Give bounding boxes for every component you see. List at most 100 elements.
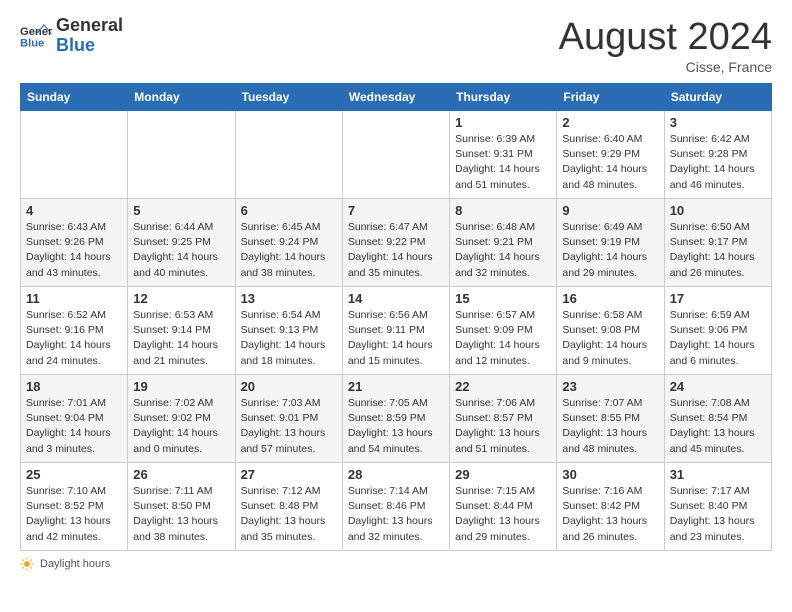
calendar-cell: 6 Sunrise: 6:45 AM Sunset: 9:24 PM Daylig… bbox=[235, 199, 342, 287]
calendar-header-saturday: Saturday bbox=[664, 84, 771, 111]
calendar-cell: 17 Sunrise: 6:59 AM Sunset: 9:06 PM Dayli… bbox=[664, 287, 771, 375]
day-number: 11 bbox=[26, 291, 122, 306]
day-number: 16 bbox=[562, 291, 658, 306]
daylight-label: Daylight hours bbox=[40, 558, 110, 570]
day-info: Sunrise: 6:59 AM Sunset: 9:06 PM Dayligh… bbox=[670, 308, 766, 369]
day-info: Sunrise: 6:42 AM Sunset: 9:28 PM Dayligh… bbox=[670, 132, 766, 193]
calendar-week-row: 25 Sunrise: 7:10 AM Sunset: 8:52 PM Dayli… bbox=[21, 463, 772, 551]
logo-general-text: General bbox=[56, 16, 123, 36]
logo: General Blue General Blue bbox=[20, 16, 123, 56]
day-number: 6 bbox=[241, 203, 337, 218]
day-info: Sunrise: 6:43 AM Sunset: 9:26 PM Dayligh… bbox=[26, 220, 122, 281]
day-number: 29 bbox=[455, 467, 551, 482]
calendar-cell: 16 Sunrise: 6:58 AM Sunset: 9:08 PM Dayli… bbox=[557, 287, 664, 375]
day-number: 15 bbox=[455, 291, 551, 306]
day-number: 10 bbox=[670, 203, 766, 218]
calendar-cell: 26 Sunrise: 7:11 AM Sunset: 8:50 PM Dayli… bbox=[128, 463, 235, 551]
calendar-cell: 12 Sunrise: 6:53 AM Sunset: 9:14 PM Dayli… bbox=[128, 287, 235, 375]
calendar-cell: 5 Sunrise: 6:44 AM Sunset: 9:25 PM Daylig… bbox=[128, 199, 235, 287]
title-block: August 2024 Cisse, France bbox=[559, 16, 772, 75]
day-info: Sunrise: 6:40 AM Sunset: 9:29 PM Dayligh… bbox=[562, 132, 658, 193]
day-number: 9 bbox=[562, 203, 658, 218]
calendar-cell: 29 Sunrise: 7:15 AM Sunset: 8:44 PM Dayli… bbox=[450, 463, 557, 551]
month-title: August 2024 bbox=[559, 16, 772, 59]
calendar-header-sunday: Sunday bbox=[21, 84, 128, 111]
calendar-cell: 21Sunrise: 7:05 AM Sunset: 8:59 PM Dayli… bbox=[342, 375, 449, 463]
day-number: 1 bbox=[455, 115, 551, 130]
day-number: 25 bbox=[26, 467, 122, 482]
day-number: 5 bbox=[133, 203, 229, 218]
day-info: Sunrise: 7:11 AM Sunset: 8:50 PM Dayligh… bbox=[133, 484, 229, 545]
calendar-cell bbox=[128, 111, 235, 199]
day-info: Sunrise: 7:14 AM Sunset: 8:46 PM Dayligh… bbox=[348, 484, 444, 545]
day-info: Sunrise: 6:54 AM Sunset: 9:13 PM Dayligh… bbox=[241, 308, 337, 369]
calendar-cell: 1 Sunrise: 6:39 AM Sunset: 9:31 PM Daylig… bbox=[450, 111, 557, 199]
day-number: 4 bbox=[26, 203, 122, 218]
day-number: 22 bbox=[455, 379, 551, 394]
day-number: 18 bbox=[26, 379, 122, 394]
calendar-cell: 3 Sunrise: 6:42 AM Sunset: 9:28 PM Daylig… bbox=[664, 111, 771, 199]
day-info: Sunrise: 7:05 AM Sunset: 8:59 PM Dayligh… bbox=[348, 396, 444, 457]
calendar-cell: 14 Sunrise: 6:56 AM Sunset: 9:11 PM Dayli… bbox=[342, 287, 449, 375]
calendar-week-row: 18Sunrise: 7:01 AM Sunset: 9:04 PM Dayli… bbox=[21, 375, 772, 463]
calendar-week-row: 1 Sunrise: 6:39 AM Sunset: 9:31 PM Daylig… bbox=[21, 111, 772, 199]
day-info: Sunrise: 6:50 AM Sunset: 9:17 PM Dayligh… bbox=[670, 220, 766, 281]
calendar-cell bbox=[21, 111, 128, 199]
day-info: Sunrise: 6:48 AM Sunset: 9:21 PM Dayligh… bbox=[455, 220, 551, 281]
calendar-cell: 2Sunrise: 6:40 AM Sunset: 9:29 PM Daylig… bbox=[557, 111, 664, 199]
day-number: 17 bbox=[670, 291, 766, 306]
calendar-header-monday: Monday bbox=[128, 84, 235, 111]
calendar-cell: 8Sunrise: 6:48 AM Sunset: 9:21 PM Daylig… bbox=[450, 199, 557, 287]
calendar-week-row: 4 Sunrise: 6:43 AM Sunset: 9:26 PM Daylig… bbox=[21, 199, 772, 287]
day-number: 13 bbox=[241, 291, 337, 306]
day-number: 24 bbox=[670, 379, 766, 394]
svg-text:Blue: Blue bbox=[20, 37, 44, 49]
logo-icon: General Blue bbox=[20, 22, 52, 50]
day-info: Sunrise: 6:58 AM Sunset: 9:08 PM Dayligh… bbox=[562, 308, 658, 369]
calendar-cell: 7Sunrise: 6:47 AM Sunset: 9:22 PM Daylig… bbox=[342, 199, 449, 287]
calendar-cell: 30 Sunrise: 7:16 AM Sunset: 8:42 PM Dayli… bbox=[557, 463, 664, 551]
day-info: Sunrise: 7:07 AM Sunset: 8:55 PM Dayligh… bbox=[562, 396, 658, 457]
calendar-cell: 10 Sunrise: 6:50 AM Sunset: 9:17 PM Dayli… bbox=[664, 199, 771, 287]
day-info: Sunrise: 6:56 AM Sunset: 9:11 PM Dayligh… bbox=[348, 308, 444, 369]
day-info: Sunrise: 7:10 AM Sunset: 8:52 PM Dayligh… bbox=[26, 484, 122, 545]
day-number: 28 bbox=[348, 467, 444, 482]
day-info: Sunrise: 7:16 AM Sunset: 8:42 PM Dayligh… bbox=[562, 484, 658, 545]
calendar-header-friday: Friday bbox=[557, 84, 664, 111]
calendar-cell bbox=[342, 111, 449, 199]
calendar-cell: 28 Sunrise: 7:14 AM Sunset: 8:46 PM Dayli… bbox=[342, 463, 449, 551]
calendar-cell: 27Sunrise: 7:12 AM Sunset: 8:48 PM Dayli… bbox=[235, 463, 342, 551]
logo-blue-text: Blue bbox=[56, 36, 123, 56]
day-info: Sunrise: 7:03 AM Sunset: 9:01 PM Dayligh… bbox=[241, 396, 337, 457]
day-number: 14 bbox=[348, 291, 444, 306]
day-info: Sunrise: 7:17 AM Sunset: 8:40 PM Dayligh… bbox=[670, 484, 766, 545]
day-info: Sunrise: 7:06 AM Sunset: 8:57 PM Dayligh… bbox=[455, 396, 551, 457]
calendar-week-row: 11Sunrise: 6:52 AM Sunset: 9:16 PM Dayli… bbox=[21, 287, 772, 375]
day-number: 20 bbox=[241, 379, 337, 394]
day-info: Sunrise: 6:39 AM Sunset: 9:31 PM Dayligh… bbox=[455, 132, 551, 193]
calendar-cell bbox=[235, 111, 342, 199]
calendar-cell: 11Sunrise: 6:52 AM Sunset: 9:16 PM Dayli… bbox=[21, 287, 128, 375]
calendar-cell: 31Sunrise: 7:17 AM Sunset: 8:40 PM Dayli… bbox=[664, 463, 771, 551]
day-number: 30 bbox=[562, 467, 658, 482]
calendar-cell: 25 Sunrise: 7:10 AM Sunset: 8:52 PM Dayli… bbox=[21, 463, 128, 551]
calendar-cell: 19Sunrise: 7:02 AM Sunset: 9:02 PM Dayli… bbox=[128, 375, 235, 463]
calendar-cell: 4 Sunrise: 6:43 AM Sunset: 9:26 PM Daylig… bbox=[21, 199, 128, 287]
calendar-cell: 18Sunrise: 7:01 AM Sunset: 9:04 PM Dayli… bbox=[21, 375, 128, 463]
calendar-cell: 13 Sunrise: 6:54 AM Sunset: 9:13 PM Dayli… bbox=[235, 287, 342, 375]
day-info: Sunrise: 6:45 AM Sunset: 9:24 PM Dayligh… bbox=[241, 220, 337, 281]
page-header: General Blue General Blue August 2024 Ci… bbox=[20, 16, 772, 75]
day-info: Sunrise: 6:53 AM Sunset: 9:14 PM Dayligh… bbox=[133, 308, 229, 369]
day-info: Sunrise: 6:44 AM Sunset: 9:25 PM Dayligh… bbox=[133, 220, 229, 281]
day-number: 26 bbox=[133, 467, 229, 482]
day-info: Sunrise: 7:08 AM Sunset: 8:54 PM Dayligh… bbox=[670, 396, 766, 457]
day-info: Sunrise: 7:15 AM Sunset: 8:44 PM Dayligh… bbox=[455, 484, 551, 545]
day-info: Sunrise: 7:12 AM Sunset: 8:48 PM Dayligh… bbox=[241, 484, 337, 545]
day-number: 12 bbox=[133, 291, 229, 306]
calendar-table: SundayMondayTuesdayWednesdayThursdayFrid… bbox=[20, 83, 772, 551]
calendar-cell: 15Sunrise: 6:57 AM Sunset: 9:09 PM Dayli… bbox=[450, 287, 557, 375]
calendar-header-wednesday: Wednesday bbox=[342, 84, 449, 111]
day-info: Sunrise: 6:47 AM Sunset: 9:22 PM Dayligh… bbox=[348, 220, 444, 281]
day-info: Sunrise: 6:49 AM Sunset: 9:19 PM Dayligh… bbox=[562, 220, 658, 281]
day-number: 3 bbox=[670, 115, 766, 130]
